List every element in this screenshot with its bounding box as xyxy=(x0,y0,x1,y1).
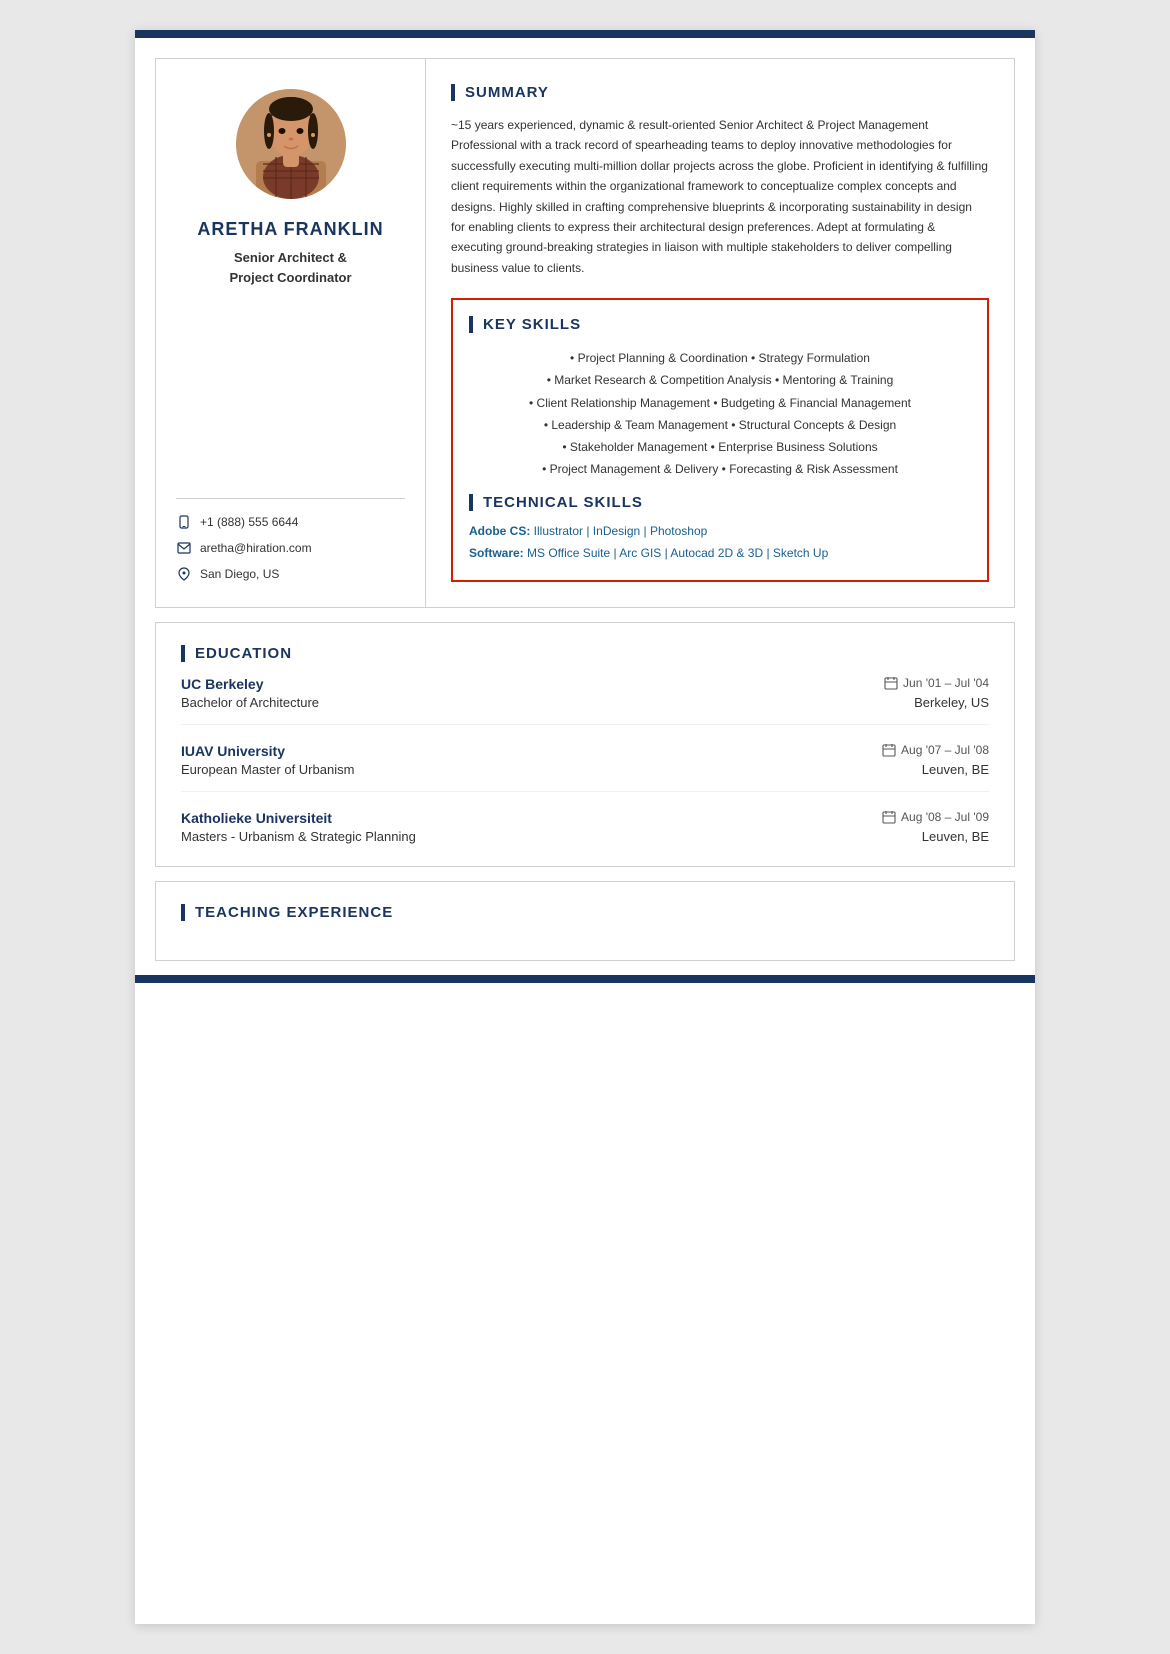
edu-degree-row: European Master of Urbanism Leuven, BE xyxy=(181,762,989,777)
calendar-icon xyxy=(882,810,896,824)
edu-entry: Katholieke Universiteit Aug '08 – Jul '0… xyxy=(181,810,989,844)
key-skill-item: • Project Planning & Coordination • Stra… xyxy=(469,347,971,369)
location-icon xyxy=(176,566,192,582)
edu-degree: Bachelor of Architecture xyxy=(181,695,319,710)
avatar xyxy=(236,89,346,199)
left-panel: ARETHA FRANKLiN Senior Architect & Proje… xyxy=(156,59,426,607)
calendar-icon xyxy=(882,743,896,757)
edu-degree: European Master of Urbanism xyxy=(181,762,354,777)
summary-section: SUMMARY ~15 years experienced, dynamic &… xyxy=(451,84,989,278)
edu-date: Jun '01 – Jul '04 xyxy=(884,676,989,690)
education-list: UC Berkeley Jun '01 – Jul '04 Bachelor of… xyxy=(181,676,989,844)
location-contact: San Diego, US xyxy=(176,566,405,582)
edu-entry: IUAV University Aug '07 – Jul '08 Europea… xyxy=(181,743,989,792)
tech-skill-line: Software: MS Office Suite | Arc GIS | Au… xyxy=(469,543,971,565)
edu-degree-row: Masters - Urbanism & Strategic Planning L… xyxy=(181,829,989,844)
edu-degree-row: Bachelor of Architecture Berkeley, US xyxy=(181,695,989,710)
key-skill-item: • Leadership & Team Management • Structu… xyxy=(469,414,971,436)
key-skill-item: • Market Research & Competition Analysis… xyxy=(469,369,971,391)
edu-location: Leuven, BE xyxy=(922,829,989,844)
edu-header: Katholieke Universiteit Aug '08 – Jul '0… xyxy=(181,810,989,826)
teaching-title: TEACHING EXPERIENCE xyxy=(181,904,989,921)
teaching-section: TEACHING EXPERIENCE xyxy=(155,881,1015,961)
key-skill-item: • Stakeholder Management • Enterprise Bu… xyxy=(469,436,971,458)
edu-degree: Masters - Urbanism & Strategic Planning xyxy=(181,829,416,844)
tech-skills-lines: Adobe CS: Illustrator | InDesign | Photo… xyxy=(469,521,971,564)
edu-school: IUAV University xyxy=(181,743,285,759)
edu-date: Aug '08 – Jul '09 xyxy=(882,810,989,824)
email-text: aretha@hiration.com xyxy=(200,541,312,555)
summary-title: SUMMARY xyxy=(451,84,989,101)
key-skill-item: • Client Relationship Management • Budge… xyxy=(469,392,971,414)
bottom-bar xyxy=(135,975,1035,983)
key-skills-title: KEY SKILLS xyxy=(469,316,971,333)
technical-skills-title: TECHNICAL SKILLS xyxy=(469,494,971,511)
location-text: San Diego, US xyxy=(200,567,279,581)
key-skills-list: • Project Planning & Coordination • Stra… xyxy=(469,347,971,480)
edu-location: Leuven, BE xyxy=(922,762,989,777)
name-area: ARETHA FRANKLiN Senior Architect & Proje… xyxy=(197,219,383,287)
person-name: ARETHA FRANKLiN xyxy=(197,219,383,240)
email-contact: aretha@hiration.com xyxy=(176,540,405,556)
person-title: Senior Architect & Project Coordinator xyxy=(197,248,383,287)
edu-entry: UC Berkeley Jun '01 – Jul '04 Bachelor of… xyxy=(181,676,989,725)
key-skill-item: • Project Management & Delivery • Foreca… xyxy=(469,458,971,480)
edu-header: IUAV University Aug '07 – Jul '08 xyxy=(181,743,989,759)
right-panel: SUMMARY ~15 years experienced, dynamic &… xyxy=(426,59,1014,607)
edu-school: Katholieke Universiteit xyxy=(181,810,332,826)
phone-icon xyxy=(176,514,192,530)
skills-box: KEY SKILLS • Project Planning & Coordina… xyxy=(451,298,989,582)
edu-location: Berkeley, US xyxy=(914,695,989,710)
calendar-icon xyxy=(884,676,898,690)
top-section: ARETHA FRANKLiN Senior Architect & Proje… xyxy=(155,58,1015,608)
email-icon xyxy=(176,540,192,556)
phone-text: +1 (888) 555 6644 xyxy=(200,515,298,529)
education-title: EDUCATION xyxy=(181,645,989,662)
top-bar xyxy=(135,30,1035,38)
tech-skill-line: Adobe CS: Illustrator | InDesign | Photo… xyxy=(469,521,971,543)
contact-area: +1 (888) 555 6644 aretha@hiration.com xyxy=(176,498,405,607)
phone-contact: +1 (888) 555 6644 xyxy=(176,514,405,530)
edu-date: Aug '07 – Jul '08 xyxy=(882,743,989,757)
edu-school: UC Berkeley xyxy=(181,676,264,692)
education-section: EDUCATION UC Berkeley Jun '01 – Jul '04 B… xyxy=(155,622,1015,867)
summary-text: ~15 years experienced, dynamic & result-… xyxy=(451,115,989,278)
edu-header: UC Berkeley Jun '01 – Jul '04 xyxy=(181,676,989,692)
